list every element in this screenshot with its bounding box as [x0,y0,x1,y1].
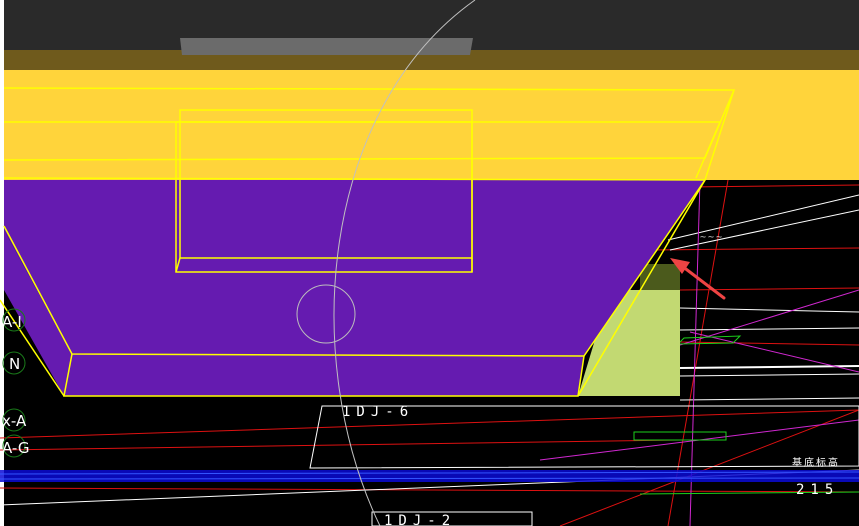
cad-dimension-text: 215 [796,482,839,498]
svg-text:N: N [9,355,20,373]
green-block-top [640,264,680,290]
slab-front-face [4,180,705,356]
axis-marker-a-g: A-G [2,434,30,458]
cad-note-text: 基底标高 [792,456,840,469]
svg-text:x-A: x-A [2,412,27,430]
cad-label-beam-2: 1DJ-2 [384,513,456,526]
cad-label-beam-1: 1DJ-6 [342,404,414,420]
svg-text:A-I: A-I [2,313,22,331]
slab-top-face [4,70,859,180]
3d-model-viewport[interactable]: 1DJ-6 1DJ-2 基底标高 215 ~~~ A-I N x-A A-G [0,0,859,526]
axis-marker-x-a: x-A [2,408,27,432]
cad-hatch-text: ~~~ [700,232,724,243]
axis-marker-a-i: A-I [2,308,26,332]
svg-text:A-G: A-G [2,439,30,457]
